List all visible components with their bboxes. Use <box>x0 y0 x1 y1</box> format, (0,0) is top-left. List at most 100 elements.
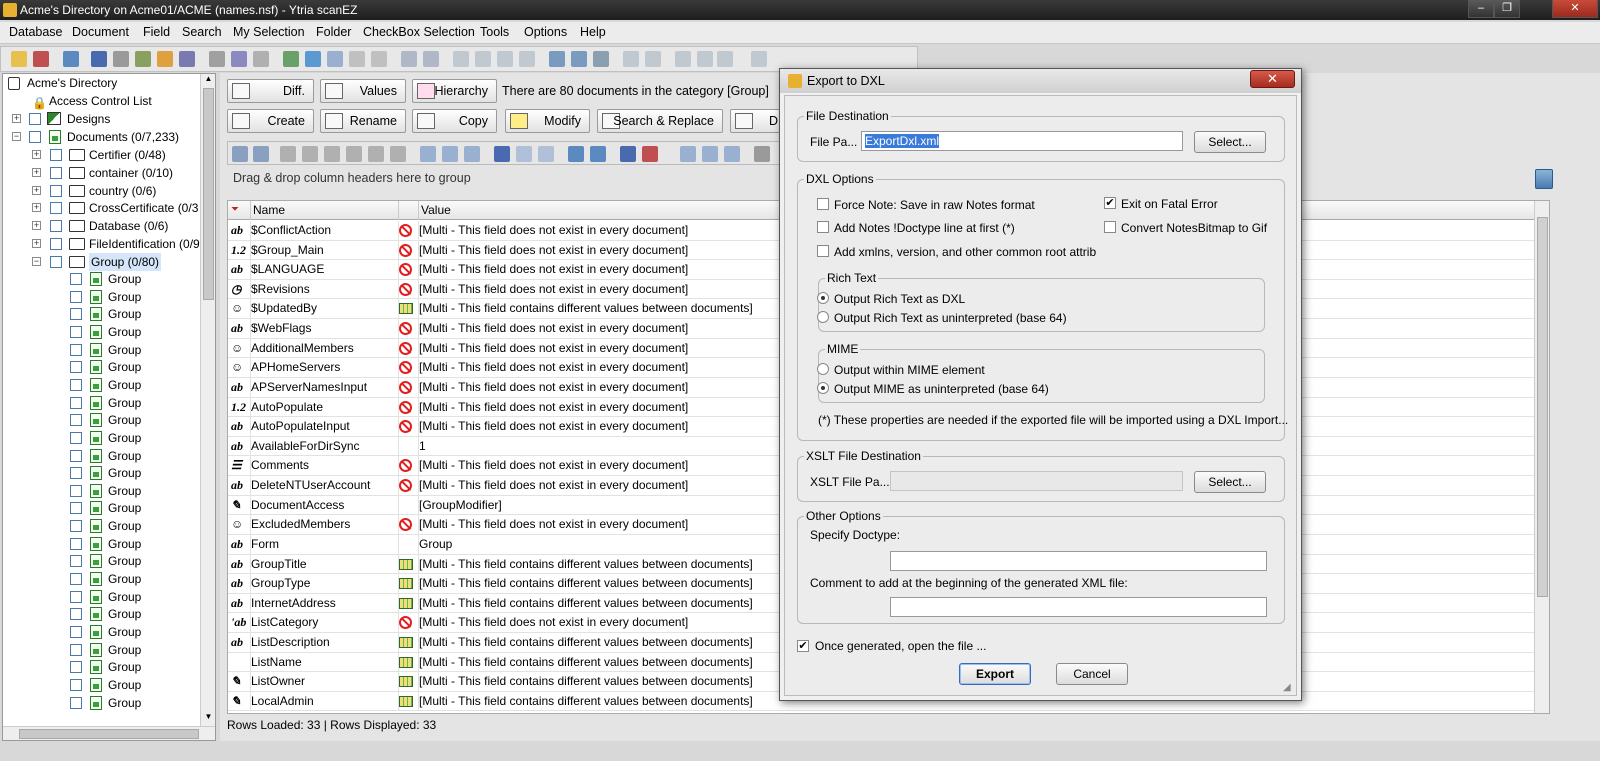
column-header-name[interactable]: Name <box>250 201 398 220</box>
grid-tool3-icon[interactable] <box>324 146 340 162</box>
search-replace-button[interactable]: Search & Replace <box>597 109 723 133</box>
checkbox[interactable] <box>70 361 82 374</box>
tool7-icon[interactable] <box>675 51 691 67</box>
column-header-icon[interactable] <box>398 201 418 220</box>
checkbox[interactable] <box>70 555 82 568</box>
trash-icon[interactable] <box>1535 169 1553 189</box>
checkbox[interactable] <box>70 590 82 603</box>
grid-scroll-thumb[interactable] <box>1537 217 1548 597</box>
tool10-icon[interactable] <box>751 51 767 67</box>
grid-add-icon[interactable] <box>280 146 296 162</box>
checkbox[interactable] <box>70 678 82 691</box>
minimize-button[interactable]: – <box>1468 0 1494 18</box>
grid-icon[interactable] <box>253 51 269 67</box>
xslt-path-input[interactable] <box>890 471 1183 491</box>
maximize-button[interactable]: ❐ <box>1494 0 1520 18</box>
import-icon[interactable] <box>327 51 343 67</box>
menu-field[interactable]: Field <box>143 25 170 39</box>
open-icon[interactable] <box>11 51 27 67</box>
tree-scroll-thumb[interactable] <box>203 88 214 300</box>
doctype-input[interactable] <box>890 551 1267 571</box>
mail-icon[interactable] <box>571 51 587 67</box>
mime-uninterp-radio[interactable] <box>817 382 829 394</box>
checkbox[interactable] <box>70 467 82 480</box>
rt-dxl-radio[interactable] <box>817 292 829 304</box>
scroll-down-icon[interactable]: ▼ <box>201 712 215 726</box>
checkbox[interactable] <box>50 184 62 197</box>
checkbox[interactable] <box>70 696 82 709</box>
menu-tools[interactable]: Tools <box>480 25 509 39</box>
columns3-icon[interactable] <box>464 146 480 162</box>
checkbox[interactable] <box>70 484 82 497</box>
expand-icon[interactable]: + <box>32 185 41 195</box>
force-note-checkbox[interactable] <box>817 198 829 210</box>
tool2-icon[interactable] <box>475 51 491 67</box>
expand-icon[interactable]: + <box>32 239 41 248</box>
settings-icon[interactable] <box>593 51 609 67</box>
checkbox[interactable] <box>70 449 82 462</box>
copy-button[interactable]: Copy <box>412 109 497 133</box>
modify-button[interactable]: Modify <box>505 109 590 133</box>
checkbox[interactable] <box>70 502 82 515</box>
checkbox[interactable] <box>70 396 82 409</box>
tree-horizontal-scrollbar[interactable] <box>3 726 215 740</box>
grid-tool2-icon[interactable] <box>253 146 269 162</box>
open-file-checkbox[interactable]: ✔ <box>797 640 809 652</box>
checkbox[interactable] <box>70 537 82 550</box>
checkbox[interactable] <box>50 149 62 161</box>
filter-icon[interactable]: ⏷ <box>231 204 239 215</box>
checkbox[interactable] <box>70 431 82 444</box>
menu-folder[interactable]: Folder <box>316 25 351 39</box>
checkbox[interactable] <box>50 202 62 215</box>
expand-icon[interactable]: + <box>32 221 41 231</box>
values-button[interactable]: Values <box>320 79 406 103</box>
zoom-out-icon[interactable] <box>702 146 718 162</box>
grid-vertical-scrollbar[interactable] <box>1534 201 1549 713</box>
checkbox[interactable] <box>29 131 41 143</box>
checkbox[interactable] <box>50 255 62 268</box>
tool6-icon[interactable] <box>645 51 661 67</box>
uncheck-icon[interactable] <box>423 51 439 67</box>
menu-search[interactable]: Search <box>182 25 222 39</box>
menu-my-selection[interactable]: My Selection <box>233 25 305 39</box>
columns-icon[interactable] <box>420 146 436 162</box>
expand-icon[interactable]: + <box>12 114 21 123</box>
grid-tool1-icon[interactable] <box>232 146 248 162</box>
tree-hscroll-thumb[interactable] <box>19 729 199 739</box>
paste-grid-icon[interactable] <box>538 146 554 162</box>
xslt-select-button[interactable]: Select... <box>1194 471 1266 493</box>
tool-icon[interactable] <box>453 51 469 67</box>
rt-uninterp-radio[interactable] <box>817 311 829 323</box>
grid-tool5-icon[interactable] <box>368 146 384 162</box>
export-icon[interactable] <box>283 51 299 67</box>
columns2-icon[interactable] <box>442 146 458 162</box>
checkbox[interactable] <box>70 343 82 356</box>
file-select-button[interactable]: Select... <box>1194 131 1266 153</box>
checkbox[interactable] <box>29 113 41 125</box>
select-icon[interactable] <box>494 146 510 162</box>
expand-icon[interactable]: + <box>32 167 41 177</box>
checkbox[interactable] <box>70 626 82 638</box>
view-icon[interactable] <box>179 51 195 67</box>
window-icon[interactable] <box>549 51 565 67</box>
add-doctype-checkbox[interactable] <box>817 221 829 233</box>
file-path-input[interactable]: ExportDxl.xml <box>861 131 1183 151</box>
tool8-icon[interactable] <box>697 51 713 67</box>
close-button[interactable]: ✕ <box>1552 0 1598 18</box>
check-icon[interactable] <box>401 51 417 67</box>
create-button[interactable]: Create <box>227 109 314 133</box>
menu-options[interactable]: Options <box>524 25 567 39</box>
collapse-icon[interactable]: − <box>32 256 41 266</box>
design-icon[interactable] <box>231 51 247 67</box>
add-xmlns-checkbox[interactable] <box>817 245 829 257</box>
checkbox[interactable] <box>70 273 82 285</box>
expand-icon[interactable]: + <box>32 150 41 159</box>
filter-icon[interactable] <box>157 51 173 67</box>
layout-icon[interactable] <box>620 146 636 162</box>
export-grid-icon[interactable] <box>568 146 584 162</box>
export-button[interactable]: Export <box>959 663 1031 685</box>
checkbox[interactable] <box>70 378 82 391</box>
zoom-reset-icon[interactable] <box>724 146 740 162</box>
hierarchy-button[interactable]: Hierarchy <box>412 79 497 103</box>
tool4-icon[interactable] <box>519 51 535 67</box>
